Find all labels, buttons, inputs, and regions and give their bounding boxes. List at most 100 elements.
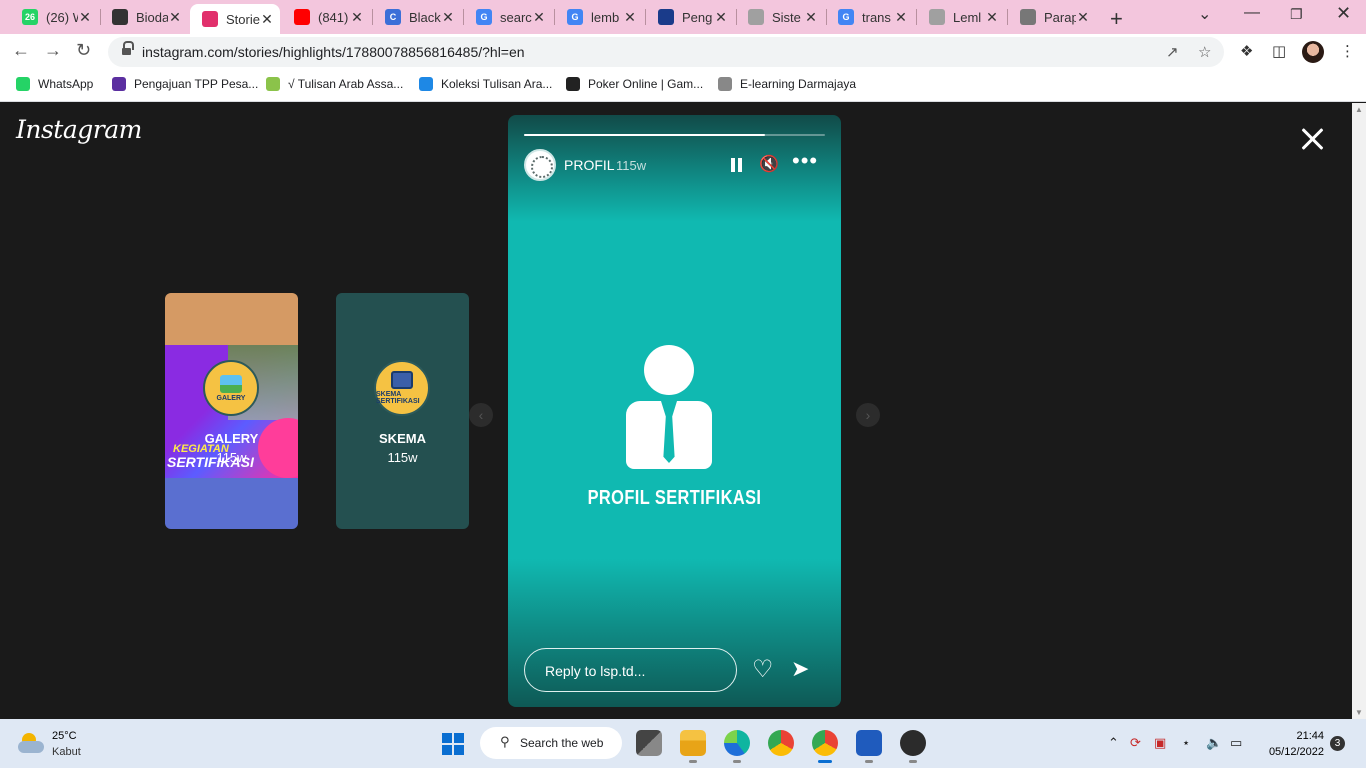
- close-tab-icon[interactable]: ✕: [260, 11, 274, 28]
- close-tab-icon[interactable]: ✕: [985, 9, 999, 26]
- tab-favicon-icon: G: [838, 9, 854, 25]
- close-tab-icon[interactable]: ✕: [804, 9, 818, 26]
- story-avatar[interactable]: [524, 149, 556, 181]
- taskbar-search[interactable]: ⚲ Search the web: [480, 727, 622, 759]
- close-tab-icon[interactable]: ✕: [441, 9, 455, 26]
- bookmark-item[interactable]: Poker Online | Gam...: [566, 77, 703, 91]
- like-heart-icon[interactable]: ♡: [752, 655, 774, 684]
- chrome-profile-icon[interactable]: [812, 730, 838, 763]
- close-tab-icon[interactable]: ✕: [1076, 9, 1090, 26]
- minimize-button[interactable]: —: [1244, 4, 1260, 22]
- instagram-stories-viewer: Instagram GALERY KEGIATAN SERTIFIKASI GA…: [0, 103, 1352, 719]
- task-view-icon[interactable]: [636, 730, 662, 756]
- tab-favicon-icon: 26: [22, 9, 38, 25]
- close-icon[interactable]: [1297, 125, 1327, 155]
- file-explorer-icon[interactable]: [680, 730, 706, 763]
- reload-button[interactable]: ↻: [76, 40, 91, 61]
- more-options-icon[interactable]: •••: [792, 148, 818, 174]
- share-icon[interactable]: ↗: [1166, 43, 1179, 61]
- start-button[interactable]: [442, 733, 464, 755]
- side-panel-icon[interactable]: ◫: [1272, 42, 1286, 60]
- reply-input[interactable]: Reply to lsp.td...: [524, 648, 737, 692]
- pause-icon[interactable]: [730, 158, 743, 172]
- browser-tab[interactable]: 26 (26) W✕: [10, 4, 98, 30]
- scroll-up-arrow[interactable]: ▲: [1355, 105, 1363, 114]
- bookmark-item[interactable]: E-learning Darmajaya: [718, 77, 856, 91]
- bookmark-item[interactable]: WhatsApp: [16, 77, 93, 91]
- close-tab-icon[interactable]: ✕: [168, 9, 182, 26]
- galery-icon: GALERY: [203, 360, 259, 416]
- wifi-icon[interactable]: ⋆: [1182, 735, 1190, 751]
- weather-condition[interactable]: Kabut: [52, 746, 81, 758]
- browser-tab[interactable]: Parap ✕: [1008, 4, 1096, 30]
- clock-date: 05/12/2022: [1268, 746, 1324, 758]
- back-button[interactable]: ←: [12, 40, 30, 61]
- url-text[interactable]: instagram.com/stories/highlights/1788007…: [142, 44, 525, 60]
- extensions-icon[interactable]: ❖: [1240, 42, 1253, 60]
- forward-button[interactable]: →: [44, 40, 62, 61]
- story-time: 115w: [616, 158, 647, 173]
- address-bar[interactable]: instagram.com/stories/highlights/1788007…: [108, 37, 1224, 67]
- close-window-button[interactable]: ✕: [1336, 3, 1351, 24]
- chrome-menu-icon[interactable]: ⋮: [1340, 42, 1355, 60]
- story-username[interactable]: PROFIL: [564, 157, 615, 173]
- profile-avatar[interactable]: [1302, 41, 1324, 63]
- notification-badge[interactable]: 3: [1330, 736, 1345, 751]
- tab-favicon-icon: [202, 11, 218, 27]
- mute-icon[interactable]: 🔇: [759, 154, 779, 174]
- app-tray-icon[interactable]: ▣: [1154, 735, 1166, 751]
- browser-tab[interactable]: Peng ✕: [646, 4, 734, 30]
- weather-temperature[interactable]: 25°C: [52, 730, 77, 742]
- browser-tab[interactable]: (841) ✕: [282, 4, 370, 30]
- next-story-button[interactable]: ›: [856, 403, 880, 427]
- tab-title: (26) W: [46, 9, 78, 25]
- close-tab-icon[interactable]: ✕: [894, 9, 908, 26]
- restore-button[interactable]: ❐: [1290, 6, 1303, 23]
- browser-tab[interactable]: C Black ✕: [373, 4, 461, 30]
- show-hidden-icons[interactable]: ⌃: [1108, 735, 1119, 751]
- browser-tab[interactable]: Glemb ✕: [555, 4, 643, 30]
- page-scrollbar[interactable]: ▲ ▼: [1352, 103, 1366, 719]
- share-send-icon[interactable]: ➤: [791, 656, 809, 682]
- highlight-preview-skema[interactable]: SKEMA SERTIFIKASI SKEMA 115w: [336, 293, 469, 529]
- taskbar-search-label: Search the web: [520, 736, 604, 750]
- battery-icon[interactable]: ▭: [1230, 735, 1242, 751]
- bookmark-favicon-icon: [718, 77, 732, 91]
- close-tab-icon[interactable]: ✕: [350, 9, 364, 26]
- bookmark-item[interactable]: Pengajuan TPP Pesa...: [112, 77, 258, 91]
- close-tab-icon[interactable]: ✕: [623, 9, 637, 26]
- sync-icon[interactable]: ⟳: [1130, 735, 1141, 751]
- new-tab-button[interactable]: +: [1110, 6, 1123, 32]
- browser-tab[interactable]: Stories✕: [190, 4, 280, 34]
- bookmark-label: WhatsApp: [38, 77, 94, 91]
- system-clock[interactable]: 21:44 05/12/2022: [1262, 728, 1324, 760]
- word-icon[interactable]: [856, 730, 882, 763]
- media-player-icon[interactable]: [900, 730, 926, 763]
- scroll-down-arrow[interactable]: ▼: [1355, 708, 1363, 717]
- browser-tab[interactable]: Bioda ✕: [100, 4, 188, 30]
- bookmark-label: Koleksi Tulisan Ara...: [441, 77, 553, 91]
- highlight-preview-galery[interactable]: GALERY KEGIATAN SERTIFIKASI GALERY 115w: [165, 293, 298, 529]
- bookmark-item[interactable]: √ Tulisan Arab Assa...: [266, 77, 403, 91]
- tab-title: Peng: [682, 9, 713, 25]
- volume-icon[interactable]: 🔈: [1206, 735, 1222, 751]
- edge-browser-icon[interactable]: [724, 730, 750, 763]
- bookmark-star-icon[interactable]: ☆: [1198, 43, 1211, 61]
- browser-tab[interactable]: Gsearc ✕: [464, 4, 552, 30]
- browser-tab[interactable]: Gtrans ✕: [826, 4, 914, 30]
- close-tab-icon[interactable]: ✕: [714, 9, 728, 26]
- tab-search-icon[interactable]: ⌄: [1198, 4, 1211, 24]
- close-tab-icon[interactable]: ✕: [78, 9, 92, 26]
- instagram-logo[interactable]: Instagram: [16, 115, 142, 144]
- active-story[interactable]: PROFIL 115w 🔇 ••• PROFIL SERTIFIKASI Rep…: [508, 115, 841, 707]
- close-tab-icon[interactable]: ✕: [532, 9, 546, 26]
- previous-story-button[interactable]: ‹: [469, 403, 493, 427]
- tab-title: searc: [500, 9, 532, 25]
- browser-tab[interactable]: Siste ✕: [736, 4, 824, 30]
- weather-icon[interactable]: [18, 731, 44, 755]
- lock-icon[interactable]: [122, 41, 134, 56]
- browser-tab[interactable]: Leml ✕: [917, 4, 1005, 30]
- chrome-icon[interactable]: [768, 730, 794, 756]
- tab-favicon-icon: [929, 9, 945, 25]
- bookmark-item[interactable]: Koleksi Tulisan Ara...: [419, 77, 552, 91]
